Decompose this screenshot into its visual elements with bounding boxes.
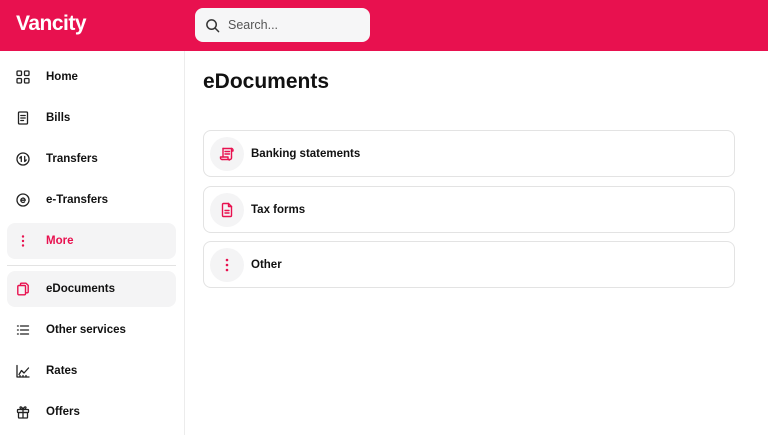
grid-icon [16, 70, 30, 84]
e-transfer-icon [16, 193, 30, 207]
icon-circle [210, 247, 244, 282]
more-vertical-icon [16, 234, 30, 248]
transfer-icon [16, 152, 30, 166]
sidebar-item-label: eDocuments [46, 283, 116, 295]
sidebar-item-label: e-Transfers [46, 194, 109, 206]
receipt-icon [16, 111, 30, 125]
sidebar-item-bills[interactable]: Bills [7, 100, 176, 136]
sidebar-item-more[interactable]: More [7, 223, 176, 259]
sidebar-item-edocuments[interactable]: eDocuments [7, 271, 176, 307]
sidebar-divider [7, 265, 176, 266]
card-label: Tax forms [251, 203, 306, 216]
sidebar-item-label: Rates [46, 365, 78, 377]
sidebar-item-e-transfers[interactable]: e-Transfers [7, 182, 176, 218]
tax-form-icon [221, 202, 233, 217]
page-title: eDocuments [203, 70, 330, 93]
sidebar: Home Bills Transfers e-Transfers More eD… [0, 51, 185, 435]
sidebar-item-offers[interactable]: Offers [7, 394, 176, 430]
tax-forms-card[interactable]: Tax forms [203, 186, 735, 233]
sidebar-item-label: Home [46, 71, 78, 83]
banking-statements-card[interactable]: Banking statements [203, 130, 735, 177]
icon-circle [210, 136, 244, 171]
card-label: Banking statements [251, 147, 361, 160]
chart-icon [16, 364, 30, 378]
sidebar-item-home[interactable]: Home [7, 59, 176, 95]
card-label: Other [251, 258, 282, 271]
search-icon [206, 18, 220, 32]
documents-icon [16, 282, 30, 296]
sidebar-item-label: Other services [46, 324, 126, 336]
more-vertical-icon [225, 258, 229, 271]
sidebar-item-other-services[interactable]: Other services [7, 312, 176, 348]
list-icon [16, 323, 30, 337]
icon-circle [210, 192, 244, 227]
search-input[interactable] [228, 18, 358, 32]
other-documents-card[interactable]: Other [203, 241, 735, 288]
statement-icon [219, 147, 234, 161]
gift-icon [16, 405, 30, 419]
top-bar: Vancity [0, 0, 768, 51]
search-box[interactable] [195, 8, 370, 42]
sidebar-item-label: Transfers [46, 153, 98, 165]
sidebar-item-label: More [46, 235, 74, 247]
sidebar-item-label: Bills [46, 112, 71, 124]
sidebar-item-rates[interactable]: Rates [7, 353, 176, 389]
sidebar-item-transfers[interactable]: Transfers [7, 141, 176, 177]
vancity-logo[interactable]: Vancity [16, 12, 87, 36]
sidebar-item-label: Offers [46, 406, 80, 418]
